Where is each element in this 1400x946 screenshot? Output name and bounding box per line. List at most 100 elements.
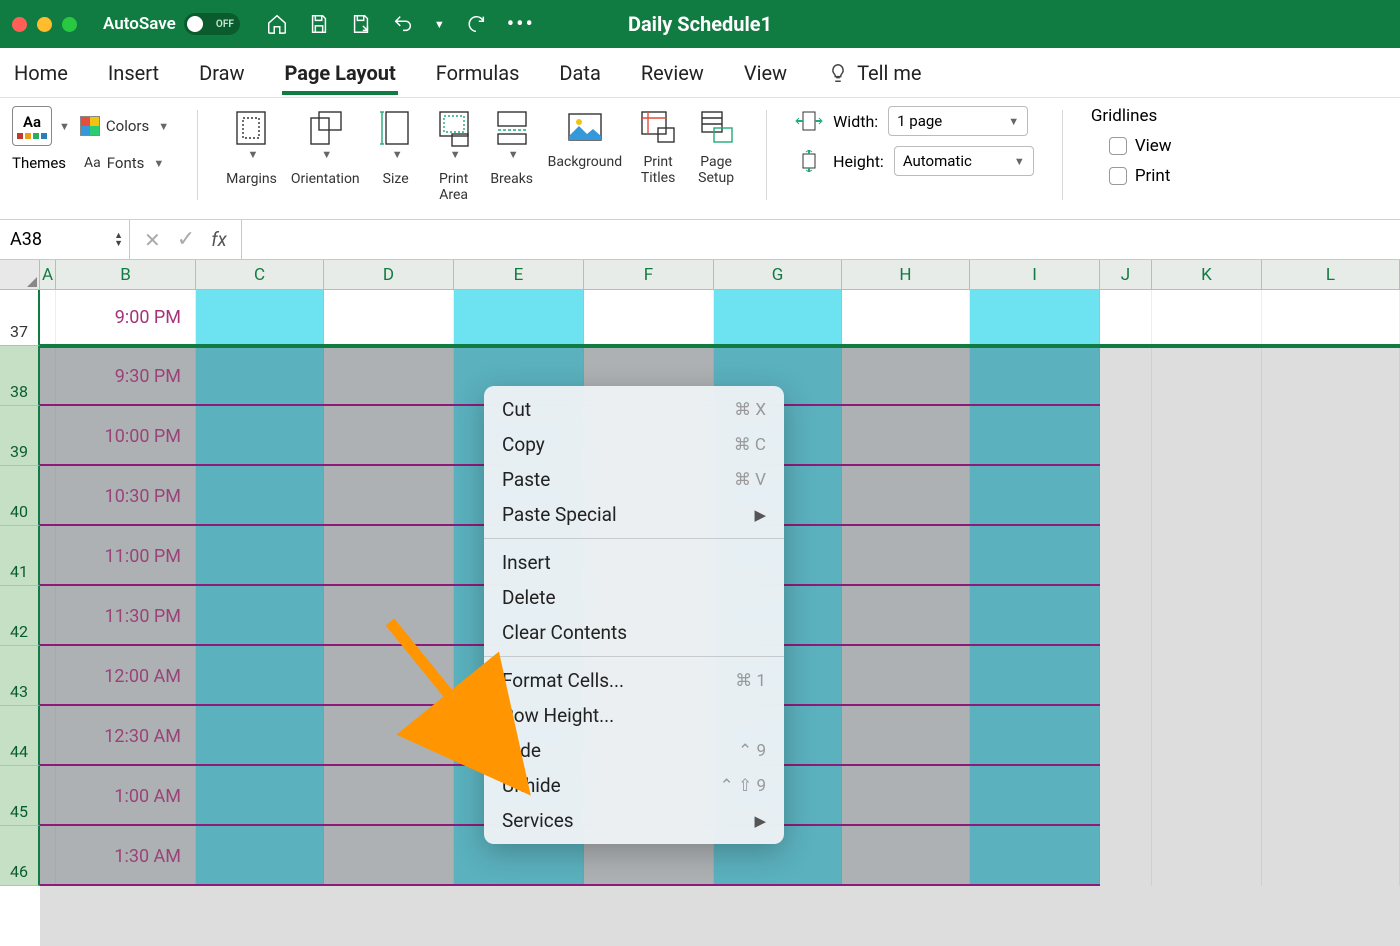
cell[interactable]: 9:30 PM <box>56 346 196 406</box>
save-icon[interactable] <box>308 13 330 35</box>
breaks-button[interactable]: ▼ Breaks <box>490 106 534 187</box>
column-header-B[interactable]: B <box>56 260 196 290</box>
cell[interactable] <box>842 826 970 886</box>
cell[interactable] <box>1152 646 1262 706</box>
tab-draw[interactable]: Draw <box>197 51 246 95</box>
column-header-F[interactable]: F <box>584 260 714 290</box>
cell[interactable]: 11:30 PM <box>56 586 196 646</box>
cell[interactable] <box>842 586 970 646</box>
cell[interactable] <box>970 290 1100 344</box>
cell[interactable] <box>40 586 56 646</box>
context-menu-cut[interactable]: Cut⌘ X <box>484 392 784 427</box>
column-header-A[interactable]: A <box>40 260 56 290</box>
row-header-37[interactable]: 37 <box>0 290 40 346</box>
home-icon[interactable] <box>266 13 288 35</box>
cell[interactable]: 12:00 AM <box>56 646 196 706</box>
cell[interactable] <box>1100 406 1152 466</box>
cell[interactable] <box>584 290 714 344</box>
row-header-39[interactable]: 39 <box>0 406 40 466</box>
cell[interactable] <box>970 826 1100 886</box>
cell[interactable] <box>196 406 324 466</box>
cell[interactable] <box>1262 526 1400 586</box>
themes-dropdown[interactable]: ▼ <box>59 120 70 133</box>
cell[interactable] <box>196 586 324 646</box>
redo-icon[interactable] <box>465 13 487 35</box>
cell[interactable] <box>970 766 1100 826</box>
cell[interactable] <box>1100 466 1152 526</box>
cell[interactable] <box>1152 346 1262 406</box>
cell[interactable] <box>1262 646 1400 706</box>
cell[interactable] <box>842 706 970 766</box>
cell[interactable] <box>842 646 970 706</box>
fx-button[interactable]: fx <box>211 228 227 251</box>
row-header-44[interactable]: 44 <box>0 706 40 766</box>
name-box[interactable]: A38 ▲▼ <box>0 220 130 259</box>
cancel-formula-button[interactable]: ✕ <box>144 228 161 252</box>
cell[interactable] <box>1152 526 1262 586</box>
print-area-button[interactable]: ▼ Print Area <box>432 106 476 203</box>
cell[interactable] <box>324 466 454 526</box>
cell[interactable] <box>324 646 454 706</box>
gridlines-print-checkbox[interactable]: Print <box>1091 166 1172 186</box>
cell[interactable]: 1:00 AM <box>56 766 196 826</box>
cell[interactable] <box>970 646 1100 706</box>
select-all-corner[interactable] <box>0 260 40 290</box>
row-header-41[interactable]: 41 <box>0 526 40 586</box>
column-header-I[interactable]: I <box>970 260 1100 290</box>
row-header-38[interactable]: 38 <box>0 346 40 406</box>
maximize-window-button[interactable] <box>62 17 77 32</box>
accept-formula-button[interactable]: ✓ <box>177 227 195 252</box>
row-header-42[interactable]: 42 <box>0 586 40 646</box>
cell[interactable] <box>1100 766 1152 826</box>
column-header-H[interactable]: H <box>842 260 970 290</box>
row-header-46[interactable]: 46 <box>0 826 40 886</box>
width-select[interactable]: 1 page▼ <box>888 106 1028 136</box>
context-menu-row-height[interactable]: Row Height... <box>484 698 784 733</box>
context-menu-services[interactable]: Services▶ <box>484 803 784 838</box>
undo-icon[interactable] <box>392 13 414 35</box>
cell[interactable] <box>196 290 324 344</box>
cell[interactable] <box>1100 290 1152 344</box>
cell[interactable] <box>1262 290 1400 344</box>
cell[interactable] <box>1100 646 1152 706</box>
colors-button[interactable]: Colors▼ <box>80 116 169 136</box>
tab-home[interactable]: Home <box>12 51 70 95</box>
tab-formulas[interactable]: Formulas <box>434 51 522 95</box>
cell[interactable] <box>970 346 1100 406</box>
row-header-40[interactable]: 40 <box>0 466 40 526</box>
cell[interactable] <box>1152 290 1262 344</box>
formula-input[interactable] <box>241 220 1400 259</box>
name-box-spinner[interactable]: ▲▼ <box>114 232 123 248</box>
column-header-L[interactable]: L <box>1262 260 1400 290</box>
column-header-K[interactable]: K <box>1152 260 1262 290</box>
close-window-button[interactable] <box>12 17 27 32</box>
cell[interactable] <box>40 706 56 766</box>
tab-view[interactable]: View <box>742 51 789 95</box>
column-header-C[interactable]: C <box>196 260 324 290</box>
column-header-G[interactable]: G <box>714 260 842 290</box>
cell[interactable] <box>324 586 454 646</box>
cell[interactable]: 1:30 AM <box>56 826 196 886</box>
tab-review[interactable]: Review <box>639 51 706 95</box>
context-menu-format-cells[interactable]: Format Cells...⌘ 1 <box>484 663 784 698</box>
context-menu-paste[interactable]: Paste⌘ V <box>484 462 784 497</box>
context-menu-unhide[interactable]: Unhide⌃ ⇧ 9 <box>484 768 784 803</box>
cell[interactable] <box>1262 766 1400 826</box>
cell[interactable] <box>196 706 324 766</box>
cell[interactable] <box>324 766 454 826</box>
cell[interactable] <box>842 466 970 526</box>
cell[interactable] <box>40 766 56 826</box>
cell[interactable] <box>1100 586 1152 646</box>
cell[interactable] <box>324 526 454 586</box>
cell[interactable] <box>1100 826 1152 886</box>
cell[interactable] <box>196 466 324 526</box>
cell[interactable] <box>970 706 1100 766</box>
row-header-43[interactable]: 43 <box>0 646 40 706</box>
cell[interactable] <box>714 290 842 344</box>
cell[interactable] <box>1100 346 1152 406</box>
cell[interactable] <box>40 466 56 526</box>
tab-page-layout[interactable]: Page Layout <box>282 51 397 95</box>
cell[interactable] <box>324 346 454 406</box>
save-as-icon[interactable] <box>350 13 372 35</box>
cell[interactable]: 9:00 PM <box>56 290 196 344</box>
